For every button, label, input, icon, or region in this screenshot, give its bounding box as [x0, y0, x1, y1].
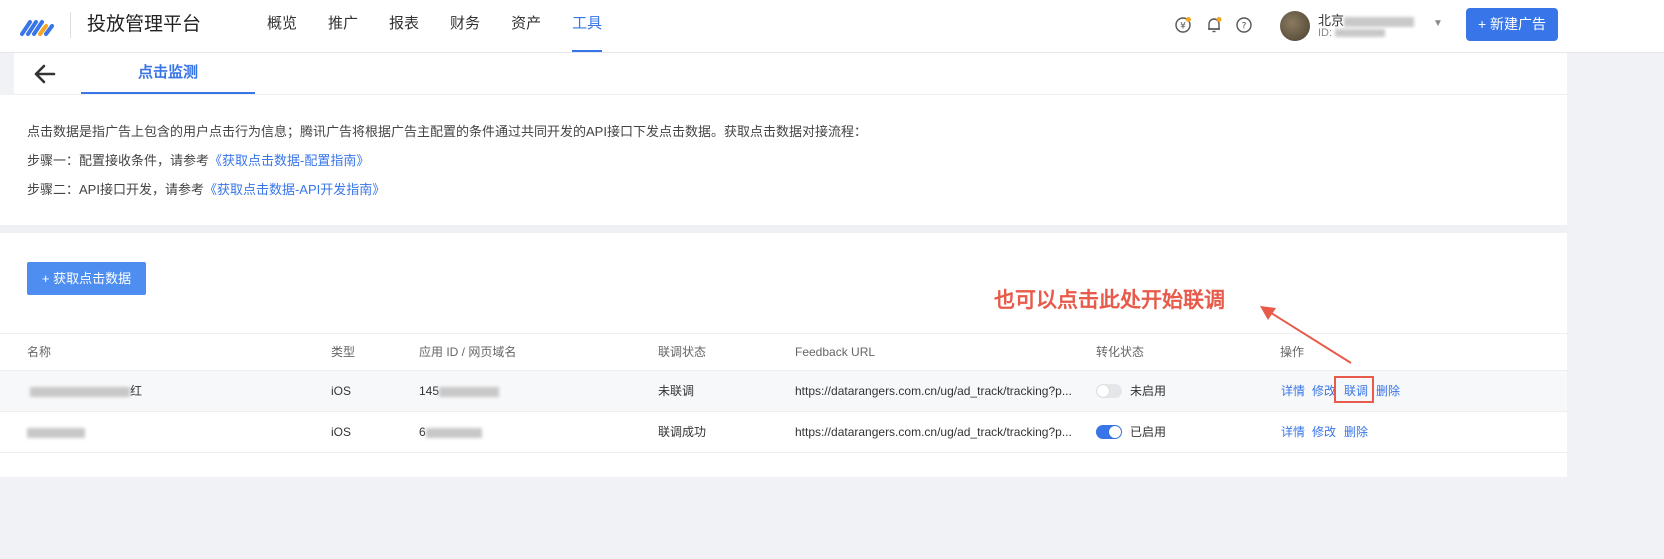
- col-conversion-status: 转化状态: [1096, 345, 1145, 359]
- tab-click-monitor[interactable]: 点击监测: [81, 53, 255, 94]
- get-click-data-button[interactable]: + 获取点击数据: [27, 262, 146, 295]
- col-name: 名称: [27, 345, 52, 359]
- click-data-card: + 获取点击数据 也可以点击此处开始联调 名称 类型 应用 ID / 网页域名 …: [0, 233, 1567, 477]
- svg-text:¥: ¥: [1180, 22, 1186, 32]
- caret-down-icon[interactable]: ▼: [1433, 18, 1443, 29]
- delete-link[interactable]: 删除: [1344, 412, 1368, 452]
- conversion-toggle[interactable]: [1096, 384, 1122, 398]
- row-name: 红: [30, 371, 142, 411]
- edit-link[interactable]: 修改: [1312, 371, 1336, 411]
- main-nav: 概览 推广 报表 财务 资产 工具: [267, 0, 633, 53]
- logo-divider: [70, 12, 71, 38]
- platform-title: 投放管理平台: [87, 14, 202, 35]
- info-step1: 步骤一：配置接收条件，请参考《获取点击数据-配置指南》: [27, 153, 370, 168]
- new-ad-button[interactable]: + 新建广告: [1466, 8, 1558, 41]
- table-row: 红 iOS 145 未联调 https://datarangers.com.cn…: [0, 371, 1567, 412]
- delete-link[interactable]: 删除: [1376, 371, 1400, 411]
- avatar[interactable]: [1280, 11, 1310, 41]
- info-description: 点击数据是指广告上包含的用户点击行为信息；腾讯广告将根据广告主配置的条件通过共同…: [27, 124, 867, 139]
- nav-finance[interactable]: 财务: [450, 0, 480, 53]
- col-app-id: 应用 ID / 网页域名: [419, 345, 517, 359]
- nav-assets[interactable]: 资产: [511, 0, 541, 53]
- account-id: ID:: [1318, 27, 1386, 39]
- col-actions: 操作: [1280, 345, 1305, 359]
- sub-tab-bar: 点击监测: [14, 53, 1567, 95]
- conversion-toggle[interactable]: [1096, 425, 1122, 439]
- table-row: iOS 6 联调成功 https://datarangers.com.cn/ug…: [0, 412, 1567, 453]
- bell-icon[interactable]: [1205, 16, 1223, 34]
- api-guide-link[interactable]: 《获取点击数据-API开发指南》: [204, 182, 385, 197]
- back-arrow-icon[interactable]: [32, 61, 58, 87]
- row-app-id: 6: [419, 412, 482, 452]
- debug-highlight-box: [1334, 376, 1374, 403]
- detail-link[interactable]: 详情: [1281, 371, 1305, 411]
- coin-icon[interactable]: ¥: [1174, 16, 1192, 34]
- nav-reports[interactable]: 报表: [389, 0, 419, 53]
- row-feedback-url: https://datarangers.com.cn/ug/ad_track/t…: [795, 384, 1072, 398]
- top-header: 投放管理平台 概览 推广 报表 财务 资产 工具 ¥ ? 北京 ID: ▼ + …: [0, 0, 1664, 53]
- edit-link[interactable]: 修改: [1312, 412, 1336, 452]
- row-feedback-url: https://datarangers.com.cn/ug/ad_track/t…: [795, 425, 1072, 439]
- nav-promotion[interactable]: 推广: [328, 0, 358, 53]
- nav-overview[interactable]: 概览: [267, 0, 297, 53]
- row-type: iOS: [331, 425, 352, 439]
- col-debug-status: 联调状态: [658, 345, 707, 359]
- config-guide-link[interactable]: 《获取点击数据-配置指南》: [209, 153, 369, 168]
- row-app-id: 145: [419, 371, 500, 411]
- row-name: [27, 412, 85, 452]
- col-type: 类型: [331, 345, 356, 359]
- row-debug-status: 未联调: [658, 384, 695, 398]
- section-divider: [0, 225, 1567, 233]
- svg-text:?: ?: [1242, 22, 1247, 32]
- row-debug-status: 联调成功: [658, 425, 707, 439]
- row-conversion-label: 已启用: [1130, 425, 1167, 439]
- detail-link[interactable]: 详情: [1281, 412, 1305, 452]
- col-feedback-url: Feedback URL: [795, 345, 876, 359]
- row-type: iOS: [331, 384, 352, 398]
- row-conversion-label: 未启用: [1130, 384, 1167, 398]
- nav-tools[interactable]: 工具: [572, 0, 603, 53]
- info-panel: 点击数据是指广告上包含的用户点击行为信息；腾讯广告将根据广告主配置的条件通过共同…: [0, 95, 1567, 225]
- page-background: [0, 477, 1567, 559]
- page-background-right: [1567, 53, 1664, 559]
- table-header: 名称 类型 应用 ID / 网页域名 联调状态 Feedback URL 转化状…: [0, 333, 1567, 371]
- annotation-text: 也可以点击此处开始联调: [994, 289, 1225, 312]
- logo-icon[interactable]: [20, 14, 58, 38]
- info-step2: 步骤二：API接口开发，请参考《获取点击数据-API开发指南》: [27, 182, 386, 197]
- help-icon[interactable]: ?: [1235, 16, 1253, 34]
